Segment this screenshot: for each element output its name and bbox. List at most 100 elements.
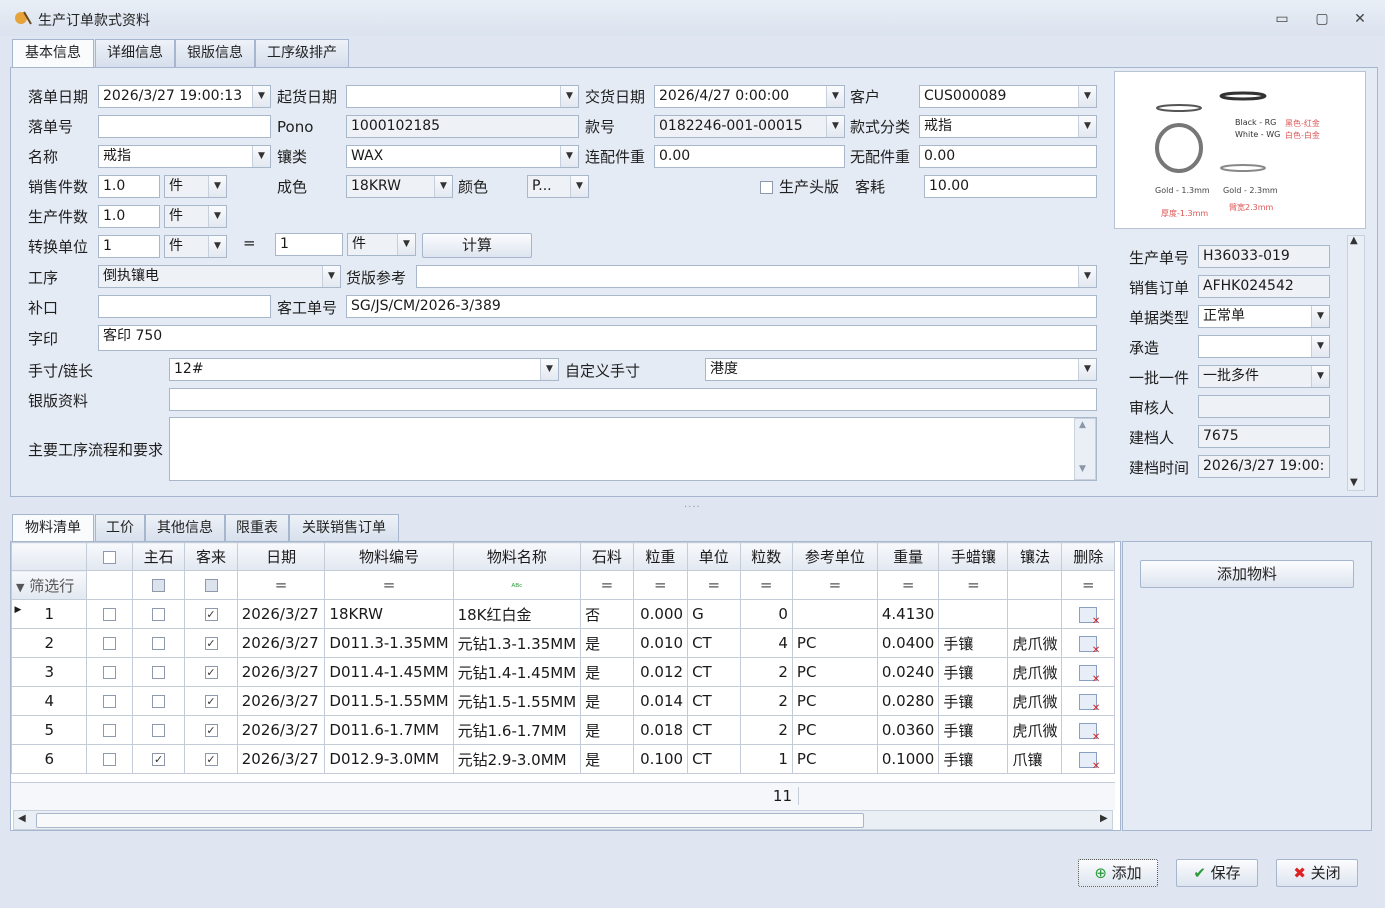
- stone-cell[interactable]: 是: [580, 744, 634, 774]
- date-cell[interactable]: 2026/3/27: [236, 744, 326, 774]
- silver-field[interactable]: [169, 388, 1097, 411]
- wax-setting-cell[interactable]: [938, 599, 1009, 629]
- flow-textarea[interactable]: [169, 417, 1097, 481]
- ref-unit-cell[interactable]: [791, 599, 878, 629]
- tab-basic-info[interactable]: 基本信息: [12, 39, 94, 68]
- tab-related-sales-order[interactable]: 关联销售订单: [289, 514, 399, 542]
- row-number[interactable]: 5: [11, 715, 88, 745]
- customer-field[interactable]: CUS000089 ▼: [919, 85, 1097, 108]
- stone-cell[interactable]: 否: [580, 599, 634, 629]
- date-cell[interactable]: 2026/3/27: [236, 686, 326, 716]
- count-cell[interactable]: 2: [739, 657, 793, 687]
- tab-material-list[interactable]: 物料清单: [12, 514, 94, 543]
- material-name-cell[interactable]: 元钻2.9-3.0MM: [452, 744, 582, 774]
- chevron-down-icon[interactable]: ▼: [322, 266, 340, 287]
- delete-row-button[interactable]: [1061, 744, 1115, 774]
- row-select-checkbox[interactable]: [86, 628, 133, 658]
- ref-unit-cell[interactable]: PC: [791, 628, 878, 658]
- chevron-down-icon[interactable]: ▼: [540, 359, 558, 380]
- main-stone-checkbox[interactable]: [131, 715, 186, 745]
- date-cell[interactable]: 2026/3/27: [236, 715, 326, 745]
- material-name-cell[interactable]: 元钻1.4-1.45MM: [452, 657, 582, 687]
- scroll-down-icon[interactable]: ▼: [1079, 464, 1086, 474]
- wax-setting-cell[interactable]: 手镶: [938, 628, 1009, 658]
- material-name-cell[interactable]: 18K红白金: [452, 599, 582, 629]
- col-header-main-stone[interactable]: 主石: [131, 542, 186, 571]
- row-select-checkbox[interactable]: [86, 715, 133, 745]
- prod-qty-field[interactable]: 1.0: [98, 205, 160, 228]
- table-row[interactable]: 2 ✓ 2026/3/27 D011.3-1.35MM 元钻1.3-1.35MM 是 0.0…: [11, 628, 1115, 658]
- chevron-down-icon[interactable]: ▼: [1078, 359, 1096, 380]
- material-name-cell[interactable]: 元钻1.3-1.35MM: [452, 628, 582, 658]
- col-header-weight[interactable]: 重量: [876, 542, 940, 571]
- count-cell[interactable]: 2: [739, 686, 793, 716]
- filter-cell[interactable]: =: [632, 570, 689, 600]
- sales-qty-field[interactable]: 1.0: [98, 175, 160, 198]
- main-stone-checkbox[interactable]: ✓: [131, 744, 186, 774]
- row-select-checkbox[interactable]: [86, 599, 133, 629]
- filter-cell[interactable]: =: [236, 570, 326, 600]
- filter-cell[interactable]: =: [938, 570, 1009, 600]
- main-stone-checkbox[interactable]: [131, 628, 186, 658]
- order-date-field[interactable]: 2026/3/27 19:00:13 ▼: [98, 85, 271, 108]
- chevron-down-icon[interactable]: ▼: [252, 86, 270, 107]
- delete-icon[interactable]: [1079, 722, 1100, 743]
- setting-method-cell[interactable]: 虎爪微: [1007, 686, 1063, 716]
- ref-unit-cell[interactable]: PC: [791, 657, 878, 687]
- chevron-down-icon[interactable]: ▼: [252, 146, 270, 167]
- col-header-delete[interactable]: 删除: [1061, 542, 1115, 571]
- tab-process-schedule[interactable]: 工序级排产: [255, 39, 349, 67]
- row-number[interactable]: 2: [11, 628, 88, 658]
- delete-icon[interactable]: [1079, 606, 1100, 627]
- piece-weight-cell[interactable]: 0.010: [632, 628, 689, 658]
- prod-no-field[interactable]: H36033-019: [1198, 245, 1330, 268]
- row-select-checkbox[interactable]: [86, 686, 133, 716]
- material-code-cell[interactable]: D011.3-1.35MM: [324, 628, 454, 658]
- batch-field[interactable]: 一批多件 ▼: [1198, 365, 1330, 388]
- table-row[interactable]: 4 ✓ 2026/3/27 D011.5-1.55MM 元钻1.5-1.55MM 是 0.0…: [11, 686, 1115, 716]
- material-code-cell[interactable]: D012.9-3.0MM: [324, 744, 454, 774]
- stone-cell[interactable]: 是: [580, 715, 634, 745]
- calculate-button[interactable]: 计算: [422, 233, 532, 258]
- client-supplied-checkbox[interactable]: ✓: [184, 686, 238, 716]
- parts-weight-field[interactable]: 0.00: [654, 145, 845, 168]
- delete-icon[interactable]: [1079, 751, 1100, 772]
- unit-cell[interactable]: CT: [687, 628, 741, 658]
- row-select-checkbox[interactable]: [86, 657, 133, 687]
- row-select-checkbox[interactable]: [86, 744, 133, 774]
- unit-cell[interactable]: G: [687, 599, 741, 629]
- unit-cell[interactable]: CT: [687, 715, 741, 745]
- conv-unit-field[interactable]: 件 ▼: [164, 235, 227, 258]
- piece-weight-cell[interactable]: 0.012: [632, 657, 689, 687]
- col-header-stone[interactable]: 石料: [580, 542, 634, 571]
- count-cell[interactable]: 0: [739, 599, 793, 629]
- h-scroll-thumb[interactable]: [36, 813, 864, 828]
- main-stone-checkbox[interactable]: [131, 599, 186, 629]
- material-code-cell[interactable]: D011.6-1.7MM: [324, 715, 454, 745]
- weight-cell[interactable]: 0.0360: [876, 715, 940, 745]
- maximize-icon[interactable]: ▢: [1312, 10, 1332, 28]
- splitter-handle[interactable]: ····: [684, 502, 701, 513]
- col-header-count[interactable]: 粒数: [739, 542, 793, 571]
- filter-cell[interactable]: =: [324, 570, 454, 600]
- chevron-down-icon[interactable]: ▼: [826, 86, 844, 107]
- row-number[interactable]: 4: [11, 686, 88, 716]
- unit-cell[interactable]: CT: [687, 657, 741, 687]
- client-supplied-checkbox[interactable]: ✓: [184, 744, 238, 774]
- maker-field[interactable]: ▼: [1198, 335, 1330, 358]
- chevron-down-icon[interactable]: ▼: [1078, 116, 1096, 137]
- chevron-down-icon[interactable]: ▼: [1311, 366, 1329, 387]
- chevron-down-icon[interactable]: ▼: [434, 176, 452, 197]
- stone-cell[interactable]: 是: [580, 686, 634, 716]
- table-row[interactable]: ▶ 1 ✓ 2026/3/27 18KRW 18K红白金否 0.000 G 0 4.4130: [11, 599, 1115, 629]
- weight-cell[interactable]: 4.4130: [876, 599, 940, 629]
- piece-weight-cell[interactable]: 0.100: [632, 744, 689, 774]
- col-header-select-all[interactable]: [86, 542, 133, 571]
- table-row[interactable]: 3 ✓ 2026/3/27 D011.4-1.45MM 元钻1.4-1.45MM 是 0.0…: [11, 657, 1115, 687]
- scroll-down-icon[interactable]: ▼: [1350, 477, 1358, 488]
- delete-row-button[interactable]: [1061, 599, 1115, 629]
- material-code-cell[interactable]: 18KRW: [324, 599, 454, 629]
- row-number[interactable]: ▶ 1: [11, 599, 88, 629]
- table-row[interactable]: 5 ✓ 2026/3/27 D011.6-1.7MM 元钻1.6-1.7MM 是 0.018…: [11, 715, 1115, 745]
- col-header-unit[interactable]: 单位: [687, 542, 741, 571]
